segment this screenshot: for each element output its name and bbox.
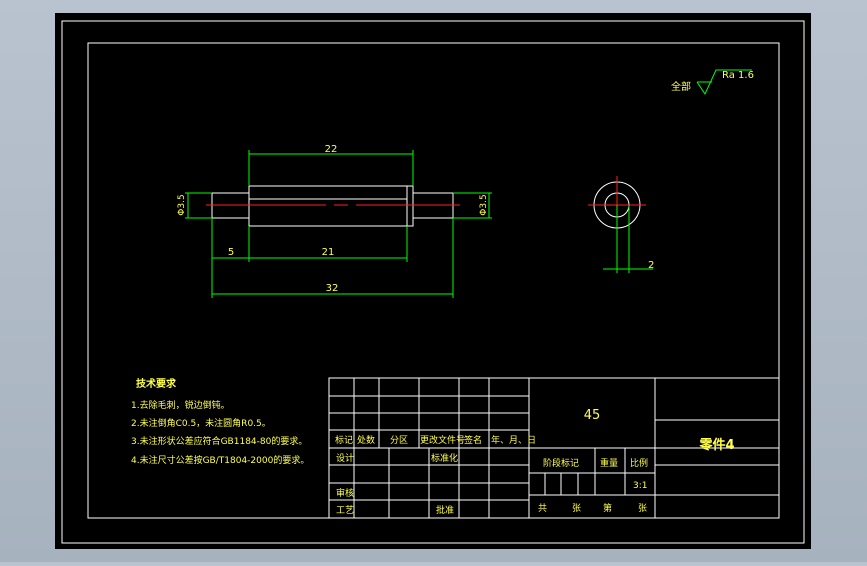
material-text: 45 [584,408,601,423]
tech-req-line-2: 2.未注倒角C0.5，未注圆角R0.5。 [131,417,271,429]
dim-top-length-text: 22 [325,144,338,155]
roughness-prefix: 全部 [671,80,691,93]
header-sign: 签名 [464,434,482,446]
review-label: 审核 [336,487,354,499]
no-label: 第 [603,502,612,514]
roughness-value: Ra 1.6 [722,70,754,81]
dim-right-diameter-text: Φ3.5 [479,194,489,215]
sheet2-label: 张 [638,503,647,514]
drawing-viewport: 全部 Ra 1.6 22 Φ3.5 Φ3.5 5 21 32 2 技术要求 1.… [0,0,867,562]
tech-req-line-1: 1.去除毛刺，锐边倒钝。 [131,399,230,411]
cad-drawing: 全部 Ra 1.6 22 Φ3.5 Φ3.5 5 21 32 2 技术要求 1.… [55,13,811,549]
drawing-background [55,13,811,549]
header-zone: 分区 [390,435,408,446]
sheet-label: 张 [572,503,581,514]
dim-side-text: 2 [648,260,654,271]
weight-label: 重量 [600,457,618,469]
dim-middle-length-text: 21 [322,247,335,258]
process-label: 工艺 [336,505,354,516]
tech-req-title: 技术要求 [136,377,177,390]
ratio-text: 3:1 [633,481,647,491]
tech-req-line-3: 3.未注形状公差应符合GB1184-80的要求。 [131,435,307,447]
part-name-text: 零件4 [698,437,734,453]
header-mark: 标记 [335,434,353,446]
header-date: 年、月、日 [491,434,536,446]
stage-mark-label: 阶段标记 [543,457,579,469]
design-label: 设计 [336,452,354,464]
header-count: 处数 [357,434,375,446]
approve-label: 批准 [436,504,454,516]
dim-left-diameter-text: Φ3.5 [177,194,187,215]
total-label: 共 [538,503,547,514]
standardize-label: 标准化 [431,452,458,464]
dim-left-step-text: 5 [228,247,234,258]
tech-req-line-4: 4.未注尺寸公差按GB/T1804-2000的要求。 [131,454,309,466]
dim-total-length-text: 32 [326,283,339,294]
header-change-doc: 更改文件号 [420,434,465,446]
scale-label: 比例 [630,457,648,469]
